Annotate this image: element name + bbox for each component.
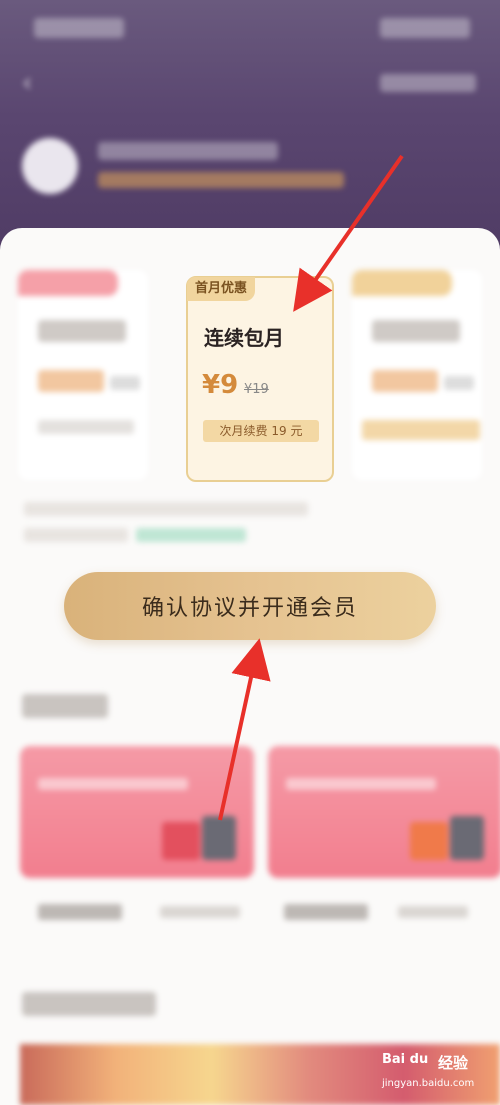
plan-title [38, 320, 126, 342]
promo-text [38, 778, 188, 790]
agreement-line [24, 502, 308, 516]
status-bar-left [34, 18, 124, 38]
plan-card-monthly-auto-renew[interactable]: 首月优惠 连续包月 ¥9 ¥19 次月续费 19 元 [186, 276, 334, 482]
promo-sub-label [398, 906, 468, 918]
avatar[interactable] [22, 138, 78, 194]
plan-price [372, 370, 438, 392]
watermark-brand: 经验 [438, 1054, 469, 1072]
watermark-url: jingyan.baidu.com [382, 1078, 475, 1089]
promo-card[interactable] [20, 746, 254, 878]
plan-note [362, 420, 480, 440]
promo-card[interactable] [268, 746, 500, 878]
plan-price [38, 370, 104, 392]
plan-note [38, 420, 134, 434]
section-title [22, 694, 108, 718]
header-action[interactable] [380, 74, 476, 92]
agreement-line [24, 528, 128, 542]
user-name [98, 142, 278, 160]
promo-label [38, 904, 122, 920]
plan-original-price [110, 376, 140, 390]
back-arrow-icon[interactable]: ‹ [22, 70, 48, 96]
plan-price: ¥9 [202, 370, 239, 400]
promo-image [450, 816, 484, 860]
plan-title: 连续包月 [204, 326, 284, 350]
plan-card-left[interactable] [18, 270, 148, 480]
header-background [0, 0, 500, 260]
agreement-link[interactable] [136, 528, 246, 542]
promo-text [286, 778, 436, 790]
section-title [22, 992, 156, 1016]
plan-card-right[interactable] [352, 270, 482, 480]
plan-tag [18, 270, 118, 296]
confirm-agreement-and-subscribe-button[interactable]: 确认协议并开通会员 [64, 572, 436, 640]
plan-original-price [444, 376, 474, 390]
plan-tag [352, 270, 452, 296]
first-month-discount-badge: 首月优惠 [187, 277, 256, 301]
membership-status [98, 172, 344, 188]
renewal-note: 次月续费 19 元 [203, 420, 319, 442]
plan-original-price: ¥19 [244, 382, 269, 397]
status-bar-right [380, 18, 470, 38]
plan-title [372, 320, 460, 342]
promo-label [284, 904, 368, 920]
promo-sub-label [160, 906, 240, 918]
promo-image [202, 816, 236, 860]
baidu-logo: Bai du [382, 1052, 429, 1067]
promo-image [410, 822, 448, 860]
baidu-jingyan-watermark: Bai du 经验 jingyan.baidu.com [382, 1046, 494, 1102]
promo-image [162, 822, 200, 860]
